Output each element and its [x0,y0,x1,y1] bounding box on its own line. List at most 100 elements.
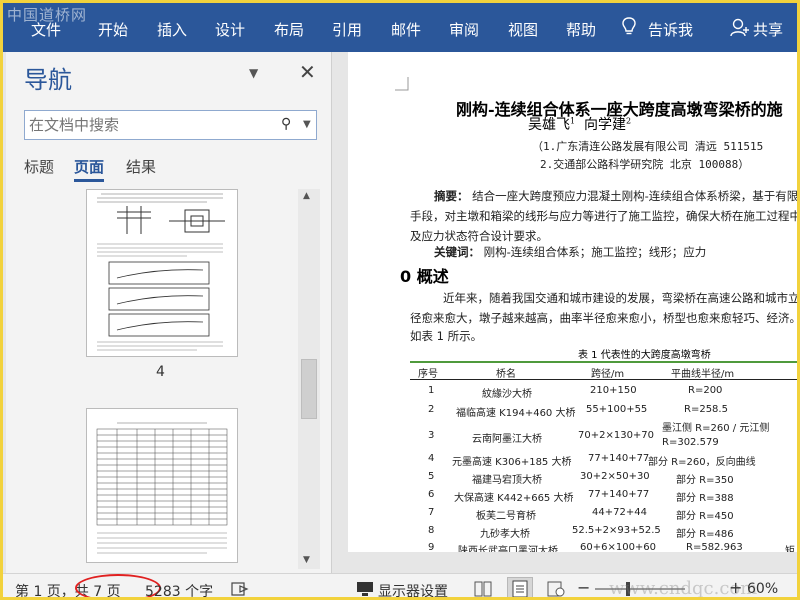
row-span: 55+100+55 [586,404,648,415]
nav-options-chevron-icon[interactable]: ▼ [249,66,258,80]
section-title: 概述 [416,267,449,286]
row-span: 77+140+77 [588,489,650,500]
paper-authors: 吴雄飞1 向学建2 [528,114,631,134]
row-radius: 部分 R=388 [676,493,734,504]
section-heading: 0 概述 [400,263,449,287]
read-mode-icon[interactable] [473,580,493,598]
person-icon[interactable] [730,18,750,37]
ribbon-bar: 中国道桥网 文件 开始 插入 设计 布局 引用 邮件 审阅 视图 帮助 告诉我 … [3,3,797,52]
body-line-1: 近年来，随着我国交通和城市建设的发展，弯梁桥在高速公路和城市立交桥 [443,291,800,305]
tell-me-search[interactable]: 告诉我 [648,19,693,40]
web-layout-icon[interactable] [546,580,566,598]
row-bridge-name: 福临高速 K194+460 大桥 [456,408,576,419]
row-span: 210+150 [590,385,637,396]
tab-file[interactable]: 文件 [31,19,61,40]
row-span: 70+2×130+70 [578,430,655,441]
tab-insert[interactable]: 插入 [157,19,187,40]
page-thumbnail-5-preview [96,422,228,554]
tab-design[interactable]: 设计 [215,19,245,40]
nav-search-box[interactable]: ⚲ ▼ [24,110,317,140]
row-index: 8 [428,525,435,536]
zoom-level[interactable]: 60% [747,581,778,597]
abstract-line-1: 摘要： 结合一座大跨度预应力混凝土刚构-连续组合体系桥梁，基于有限元 [434,186,800,206]
search-options-chevron-icon[interactable]: ▼ [303,119,311,130]
author-1: 吴雄飞 [528,117,570,133]
page-thumbnail-number: 4 [156,364,165,380]
tab-view[interactable]: 视图 [508,19,538,40]
scroll-up-icon[interactable]: ▲ [303,191,310,201]
search-icon[interactable]: ⚲ [281,116,291,132]
page-thumbnail-5[interactable] [86,408,238,563]
table-header-span: 跨径/m [591,369,625,380]
zoom-out-button[interactable]: − [577,578,590,597]
table-header-index: 序号 [418,369,438,380]
word-count[interactable]: 5283 个字 [145,581,213,597]
keywords-label: 关键词： [434,245,480,259]
row-index: 9 [428,542,435,552]
affiliation-2: 2.交通部公路科学研究院 北京 100088） [540,158,750,171]
margin-corner-mark [395,77,409,91]
keywords-line: 关键词： 刚构-连续组合体系；施工监控；线形；应力 [434,242,706,262]
row-span: 52.5+2×93+52.5 [572,525,661,536]
page-thumbnail-4-preview [97,193,225,351]
row-index: 6 [428,489,435,500]
tab-results[interactable]: 结果 [126,156,156,177]
row-radius: 部分 R=260，反向曲线 [648,457,756,468]
row-span: 60+6×100+60 [580,542,657,552]
row-index: 4 [428,453,435,464]
read-aloud-icon[interactable] [231,581,249,597]
keywords-text: 刚构-连续组合体系；施工监控；线形；应力 [483,245,707,259]
row-extra-col: 矩 [785,546,795,552]
nav-scrollbar[interactable]: ▲ ▼ [298,189,320,569]
author-2: 向学建 [584,117,626,133]
document-page[interactable]: 刚构-连续组合体系一座大跨度高墩弯梁桥的施 吴雄飞1 向学建2 （1.广东清连公… [348,52,800,552]
tab-references[interactable]: 引用 [332,19,362,40]
row-bridge-name: 九砂孝大桥 [480,529,530,540]
tab-review[interactable]: 审阅 [449,19,479,40]
nav-scrollbar-thumb[interactable] [301,359,317,419]
row-span: 44+72+44 [592,507,647,518]
abstract-label: 摘要： [434,189,469,203]
row-index: 1 [428,385,435,396]
row-span: 77+140+77 [588,453,650,464]
table-top-rule [410,361,797,363]
share-button[interactable]: 共享 [753,19,783,40]
table-caption: 表 1 代表性的大跨度高墩弯桥 [578,350,711,361]
tab-help[interactable]: 帮助 [566,19,596,40]
row-index: 2 [428,404,435,415]
row-radius: 部分 R=450 [676,511,734,522]
row-radius: 部分 R=486 [676,529,734,540]
author-2-affil: 2 [626,116,632,126]
nav-pane-title: 导航 [24,66,72,94]
row-bridge-name: 陕西长武亭口黑河大桥 [458,546,558,552]
affiliation-1: （1.广东清连公路发展有限公司 清远 511515 [532,140,764,153]
monitor-icon [357,582,373,596]
page-thumbnail-4[interactable] [86,189,238,357]
row-bridge-name: 云南阿墨江大桥 [472,434,542,445]
zoom-in-button[interactable]: + [729,578,742,597]
tab-pages[interactable]: 页面 [74,156,105,182]
row-span: 30+2×50+30 [580,471,650,482]
scroll-down-icon[interactable]: ▼ [303,555,310,565]
print-layout-icon [512,580,528,597]
tab-headings[interactable]: 标题 [24,156,54,177]
lightbulb-icon[interactable] [621,17,637,37]
abstract-line-2: 手段，对主墩和箱梁的线形与应力等进行了施工监控，确保大桥在施工过程中的安 [410,209,800,223]
display-settings-button[interactable]: 显示器设置 [378,581,448,597]
tab-layout[interactable]: 布局 [274,19,304,40]
table-header-name: 桥名 [496,369,516,380]
document-area: 刚构-连续组合体系一座大跨度高墩弯梁桥的施 吴雄飞1 向学建2 （1.广东清连公… [333,52,800,573]
row-radius: R=582.963 [686,542,743,552]
print-layout-button[interactable] [507,577,533,597]
word-window: 中国道桥网 文件 开始 插入 设计 布局 引用 邮件 审阅 视图 帮助 告诉我 … [0,0,800,600]
tab-mailings[interactable]: 邮件 [391,19,421,40]
author-1-affil: 1 [570,116,576,126]
row-bridge-name: 元墨高速 K306+185 大桥 [452,457,572,468]
tab-home[interactable]: 开始 [98,19,128,40]
row-bridge-name: 板芙二号育桥 [476,511,536,522]
search-input[interactable] [29,115,273,135]
body-line-2: 径愈来愈大，墩子越来越高，曲率半径愈来愈小，桥型也愈来愈轻巧、经济。代表 [410,311,800,325]
close-icon[interactable]: ✕ [299,60,316,84]
row-radius: 部分 R=350 [676,475,734,486]
abstract-text-1: 结合一座大跨度预应力混凝土刚构-连续组合体系桥梁，基于有限元 [472,189,800,203]
